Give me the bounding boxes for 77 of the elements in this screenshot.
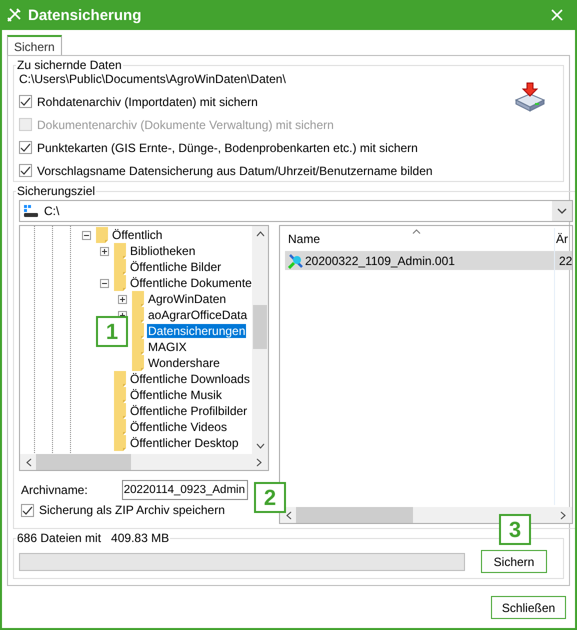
file-icon (288, 252, 304, 268)
tree-item[interactable]: Bibliotheken (129, 244, 196, 258)
collapse-icon[interactable] (100, 278, 109, 288)
folder-icon (132, 339, 144, 355)
folder-icon (114, 243, 126, 259)
folder-icon (114, 371, 126, 387)
drive-download-icon (513, 82, 547, 112)
tree-item[interactable]: Wondershare (147, 356, 221, 370)
tools-icon (6, 7, 22, 23)
folder-icon (114, 275, 126, 291)
save-button[interactable]: Sichern (481, 550, 547, 573)
file-row[interactable]: 20200322_1109_Admin.001 22 (285, 251, 572, 270)
vertical-scrollbar[interactable] (252, 226, 268, 454)
folder-icon (132, 323, 144, 339)
folder-icon (114, 419, 126, 435)
folder-icon (132, 291, 144, 307)
horizontal-scrollbar[interactable] (20, 454, 268, 470)
tab[interactable]: Sichern (7, 35, 62, 55)
checkbox[interactable] (19, 164, 32, 177)
folder-icon (132, 307, 144, 323)
group-title: Zu sichernde Daten (16, 58, 123, 72)
scroll-up-icon[interactable] (256, 231, 264, 237)
tree-item[interactable]: Öffentliche Bilder (129, 260, 222, 274)
tree-item[interactable]: Öffentliche Videos (129, 420, 228, 434)
folder-icon (114, 435, 126, 451)
checkbox-label: Rohdatenarchiv (Importdaten) mit sichern (37, 94, 258, 108)
scroll-down-icon[interactable] (256, 443, 264, 449)
close-icon[interactable] (551, 9, 563, 21)
expand-icon[interactable] (118, 294, 127, 304)
callout-badge: 2 (254, 482, 286, 513)
drive-dropdown[interactable]: C:\ (19, 200, 574, 222)
sort-icon (412, 229, 421, 234)
folder-icon (114, 403, 126, 419)
tree-item[interactable]: AgroWinDaten (147, 292, 228, 306)
checkbox[interactable] (19, 95, 32, 108)
tree-item[interactable]: Öffentlich (111, 228, 164, 242)
table-cell-text: 20200322_1109_Admin.001 (305, 254, 456, 268)
tree-item[interactable]: Öffentliche Downloads (129, 372, 251, 386)
close-button[interactable]: Schließen (491, 596, 566, 619)
tree-item[interactable]: aoAgrarOfficeData (147, 308, 248, 322)
column-header[interactable]: Är (556, 232, 568, 246)
file-count-text: 686 Dateien mit (17, 531, 102, 545)
folder-icon (114, 387, 126, 403)
callout-badge: 3 (499, 514, 531, 545)
checkbox-label: Sicherung als ZIP Archiv speichern (39, 503, 225, 517)
scroll-right-icon[interactable] (256, 458, 262, 466)
path-text: C:\Users\Public\Documents\AgroWinDaten\Daten\ (19, 72, 287, 86)
horizontal-scrollbar[interactable] (280, 507, 572, 523)
folder-icon (132, 355, 144, 371)
callout-badge: 1 (96, 316, 128, 347)
folder-icon (114, 259, 126, 275)
tree-item[interactable]: Öffentliche Dokumente (129, 276, 253, 290)
drive-icon (23, 204, 39, 218)
folder-icon (96, 227, 108, 243)
tree-item[interactable]: MAGIX (147, 340, 188, 354)
expand-icon[interactable] (100, 246, 109, 256)
scroll-left-icon[interactable] (286, 510, 292, 520)
scroll-thumb[interactable] (253, 305, 267, 349)
tree-item[interactable]: Öffentlicher Desktop (129, 436, 240, 450)
scroll-left-icon[interactable] (26, 458, 32, 466)
tree-item[interactable]: Öffentliche Profilbilder (129, 404, 248, 418)
group-title: Sicherungsziel (16, 184, 96, 198)
scroll-right-icon[interactable] (560, 510, 566, 520)
tree-item[interactable]: Öffentliche Musik (129, 388, 223, 402)
archive-name-field[interactable]: 20220114_0923_Admin (122, 480, 248, 500)
checkbox-label: Dokumentenarchiv (Dokumente Verwaltung) mit sichern (37, 118, 334, 132)
checkbox-label: Punktekarten (GIS Ernte-, Dünge-, Bodenprobenkarten etc.) mit sichern (37, 140, 418, 154)
table-cell: 22 (559, 254, 572, 268)
size-text: 409.83 MB (111, 531, 170, 545)
checkbox-label: Vorschlagsname Datensicherung aus Datum/Uhrzeit/Benutzername bilden (37, 164, 433, 178)
column-header[interactable]: Name (288, 232, 556, 246)
window-title: Datensicherung (28, 6, 142, 24)
field-label: Archivname: (21, 483, 88, 497)
checkbox[interactable] (21, 504, 34, 516)
checkbox[interactable] (19, 141, 32, 154)
tree-item[interactable]: Datensicherungen (147, 324, 246, 338)
collapse-icon[interactable] (82, 230, 91, 240)
